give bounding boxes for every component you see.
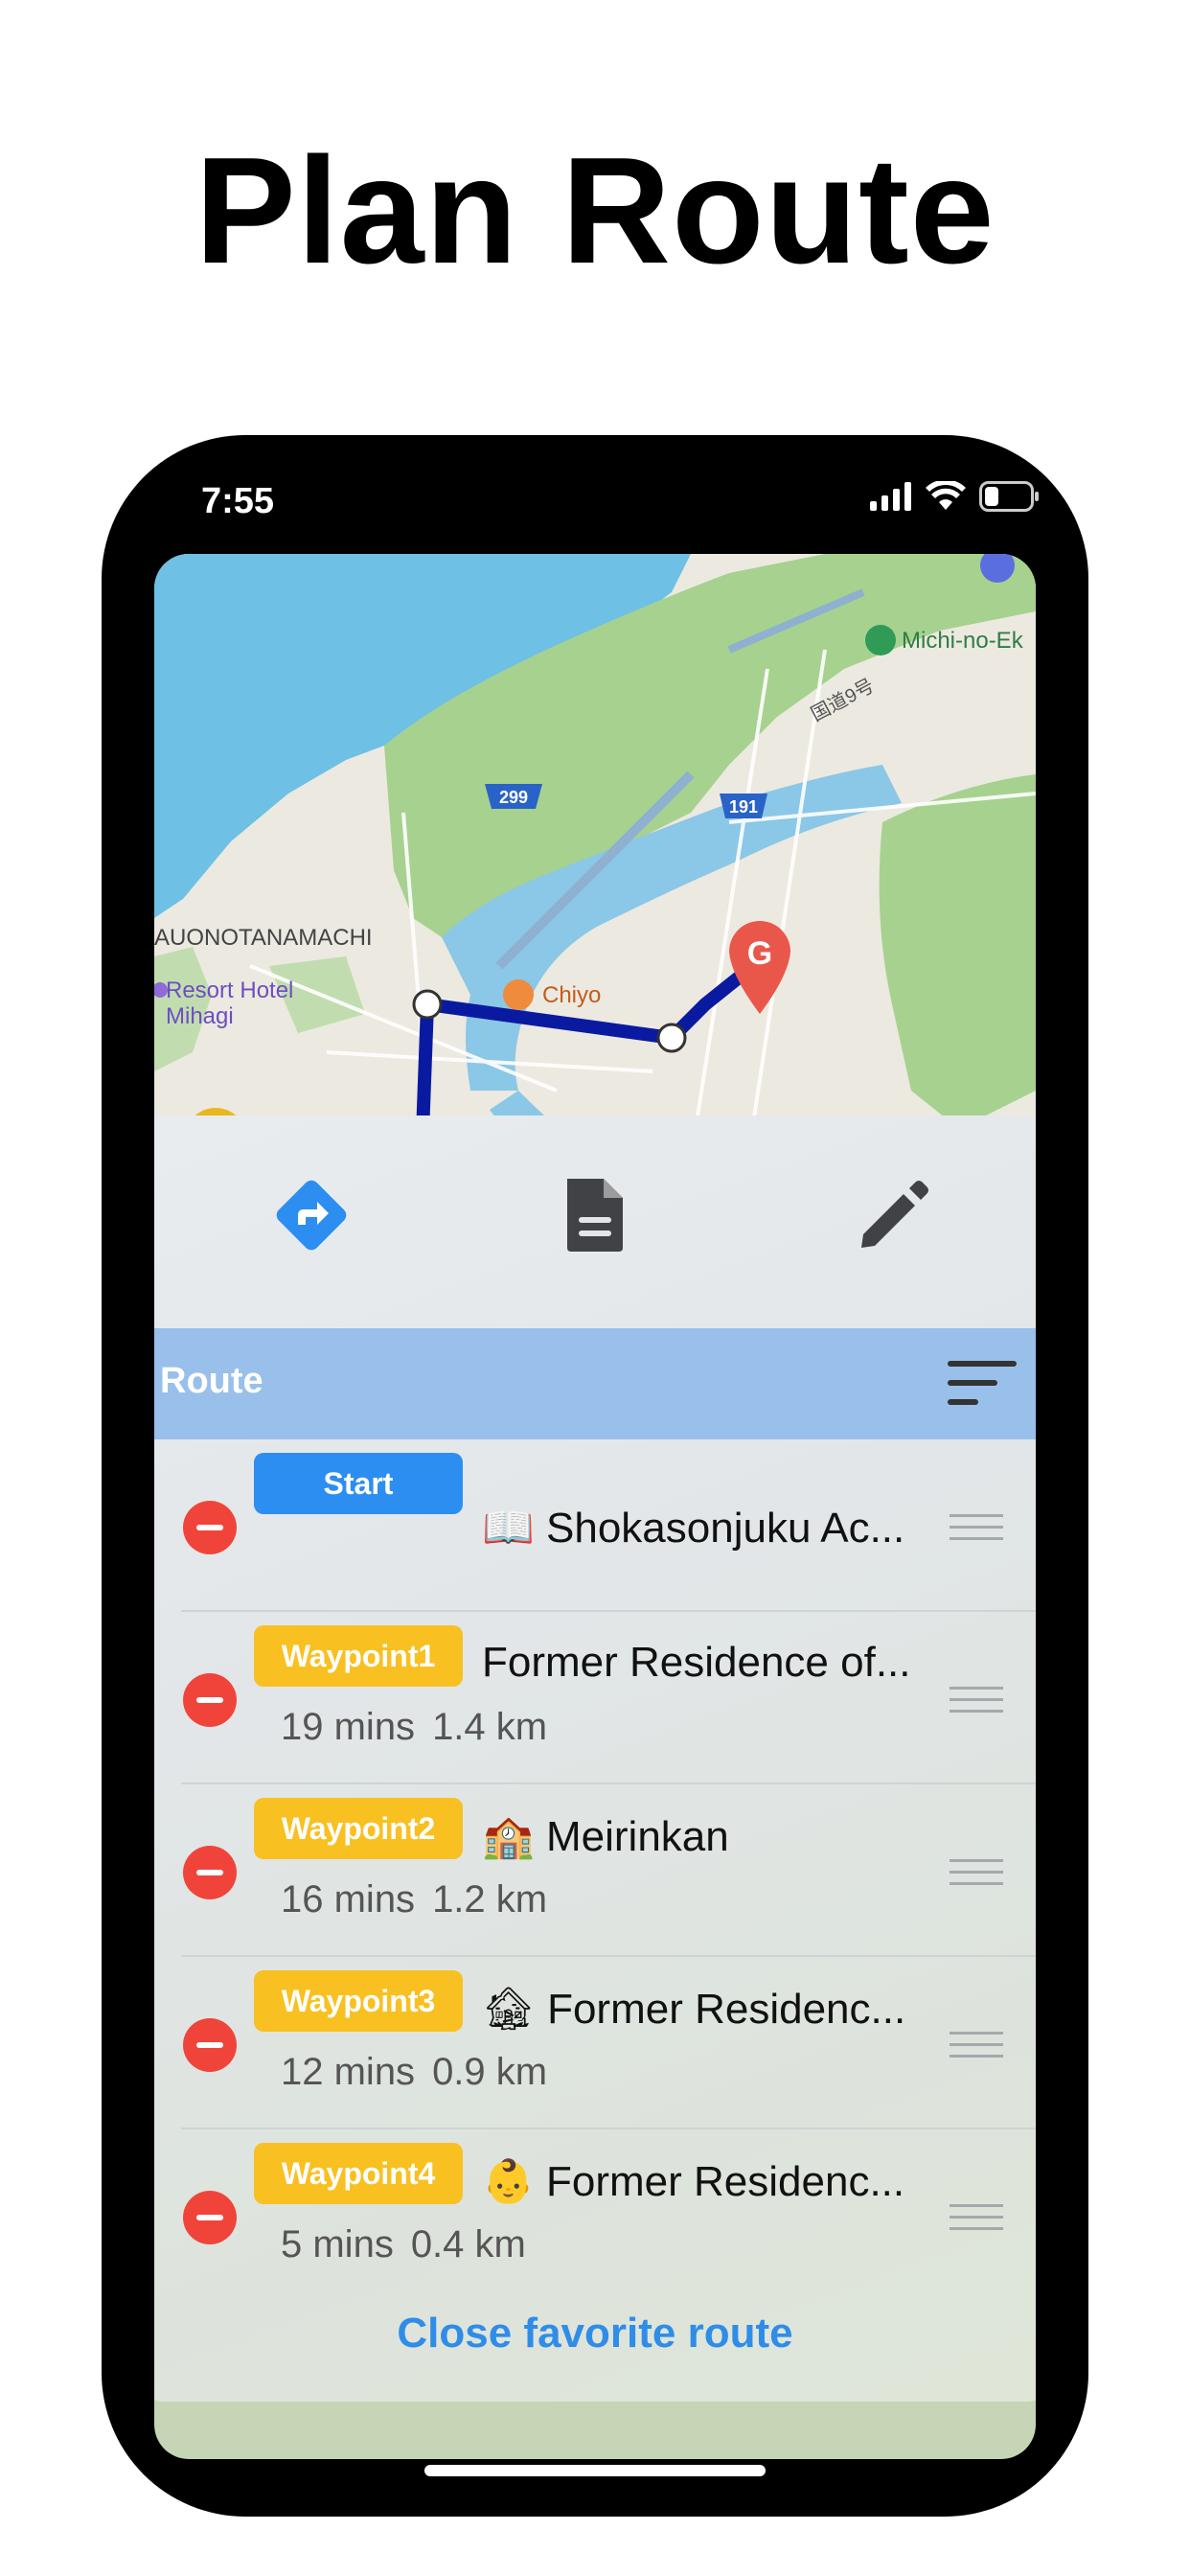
phone-frame: 7:55 G 299 191 AUONOTANAMACHI Resort Hot… [102,435,1088,2517]
stop-badge: Waypoint2 [254,1798,463,1859]
pencil-icon [861,1181,928,1248]
reorder-handle-icon[interactable] [950,1687,1003,1715]
page-headline: Plan Route [195,126,995,295]
map-label-roadside-station: Michi-no-Ek [902,628,1024,654]
stop-badge: Waypoint1 [254,1625,463,1687]
cellular-signal-icon [870,482,911,511]
directions-icon [276,1180,347,1251]
route-stop-waypoint1[interactable]: Waypoint1 Former Residence of... 19 mins… [154,1612,1036,1784]
status-bar: 7:55 [102,435,1088,554]
stop-distance: 1.2 km [432,1878,548,1920]
stop-badge: Waypoint3 [254,1970,463,2032]
route-191-shield: 191 [720,794,767,818]
route-sheet: Route Start 📖 Shokasonjuku Ac... Waypoin… [154,1116,1036,2402]
stop-distance: 0.9 km [432,2051,548,2093]
svg-text:G: G [747,935,772,972]
delete-stop-button[interactable] [183,2018,237,2072]
svg-text:299: 299 [499,788,528,807]
reorder-handle-icon[interactable] [950,1514,1003,1543]
route-stop-waypoint4[interactable]: Waypoint4 👶 Former Residenc... 5 mins 0.4… [154,2129,1036,2302]
stop-time: 5 mins [281,2223,394,2266]
svg-text:191: 191 [729,797,758,816]
route-stop-list: Start 📖 Shokasonjuku Ac... Waypoint1 For… [154,1439,1036,2302]
stop-badge: Waypoint4 [254,2143,463,2204]
route-stop-waypoint2[interactable]: Waypoint2 🏫 Meirinkan 16 mins 1.2 km [154,1784,1036,1957]
route-299-shield: 299 [485,784,542,809]
document-icon [567,1179,623,1252]
stop-place: 🏫 Meirinkan [482,1813,729,1860]
stop-meta: 19 mins 1.4 km [281,1706,547,1749]
sort-icon[interactable] [948,1359,1017,1409]
map-label-town: AUONOTANAMACHI [154,925,373,951]
battery-icon [979,481,1039,512]
stop-distance: 1.4 km [432,1706,548,1748]
wifi-icon [926,481,966,510]
document-button[interactable] [549,1169,641,1261]
stop-place: 📖 Shokasonjuku Ac... [482,1505,905,1552]
status-icons [870,481,1041,512]
status-time: 7:55 [201,481,275,521]
app-screen: G 299 191 AUONOTANAMACHI Resort Hotel Mi… [154,554,1036,2459]
delete-stop-button[interactable] [183,1673,237,1727]
stop-badge: Start [254,1453,463,1514]
directions-button[interactable] [265,1169,357,1261]
route-stop-start[interactable]: Start 📖 Shokasonjuku Ac... [154,1439,1036,1612]
sheet-toolbar [154,1116,1036,1328]
stop-meta: 12 mins 0.9 km [281,2051,547,2094]
edit-button[interactable] [848,1169,940,1261]
delete-stop-button[interactable] [183,1501,237,1554]
delete-stop-button[interactable] [183,2191,237,2244]
stop-time: 16 mins [281,1878,416,1920]
home-indicator[interactable] [424,2465,766,2476]
stop-time: 12 mins [281,2051,416,2093]
route-title: Route [160,1361,263,1401]
map-label-restaurant: Chiyo [542,982,601,1008]
reorder-handle-icon[interactable] [950,2204,1003,2233]
stop-meta: 16 mins 1.2 km [281,1878,547,1921]
close-favorite-route-link[interactable]: Close favorite route [154,2310,1036,2358]
route-header: Route [154,1328,1036,1439]
map-label-hotel: Resort Hotel [166,978,293,1003]
reorder-handle-icon[interactable] [950,2032,1003,2060]
stop-time: 19 mins [281,1706,416,1748]
stop-place: 👶 Former Residenc... [482,2158,905,2205]
stop-place: Former Residence of... [482,1639,911,1686]
route-stop-waypoint3[interactable]: Waypoint3 🏚 Former Residenc... 12 mins 0.… [154,1957,1036,2129]
stop-meta: 5 mins 0.4 km [281,2223,526,2266]
reorder-handle-icon[interactable] [950,1859,1003,1888]
delete-stop-button[interactable] [183,1846,237,1899]
stop-place: 🏚 Former Residenc... [482,1986,906,2033]
stop-distance: 0.4 km [410,2223,526,2266]
map-label-hotel-2: Mihagi [166,1003,234,1029]
